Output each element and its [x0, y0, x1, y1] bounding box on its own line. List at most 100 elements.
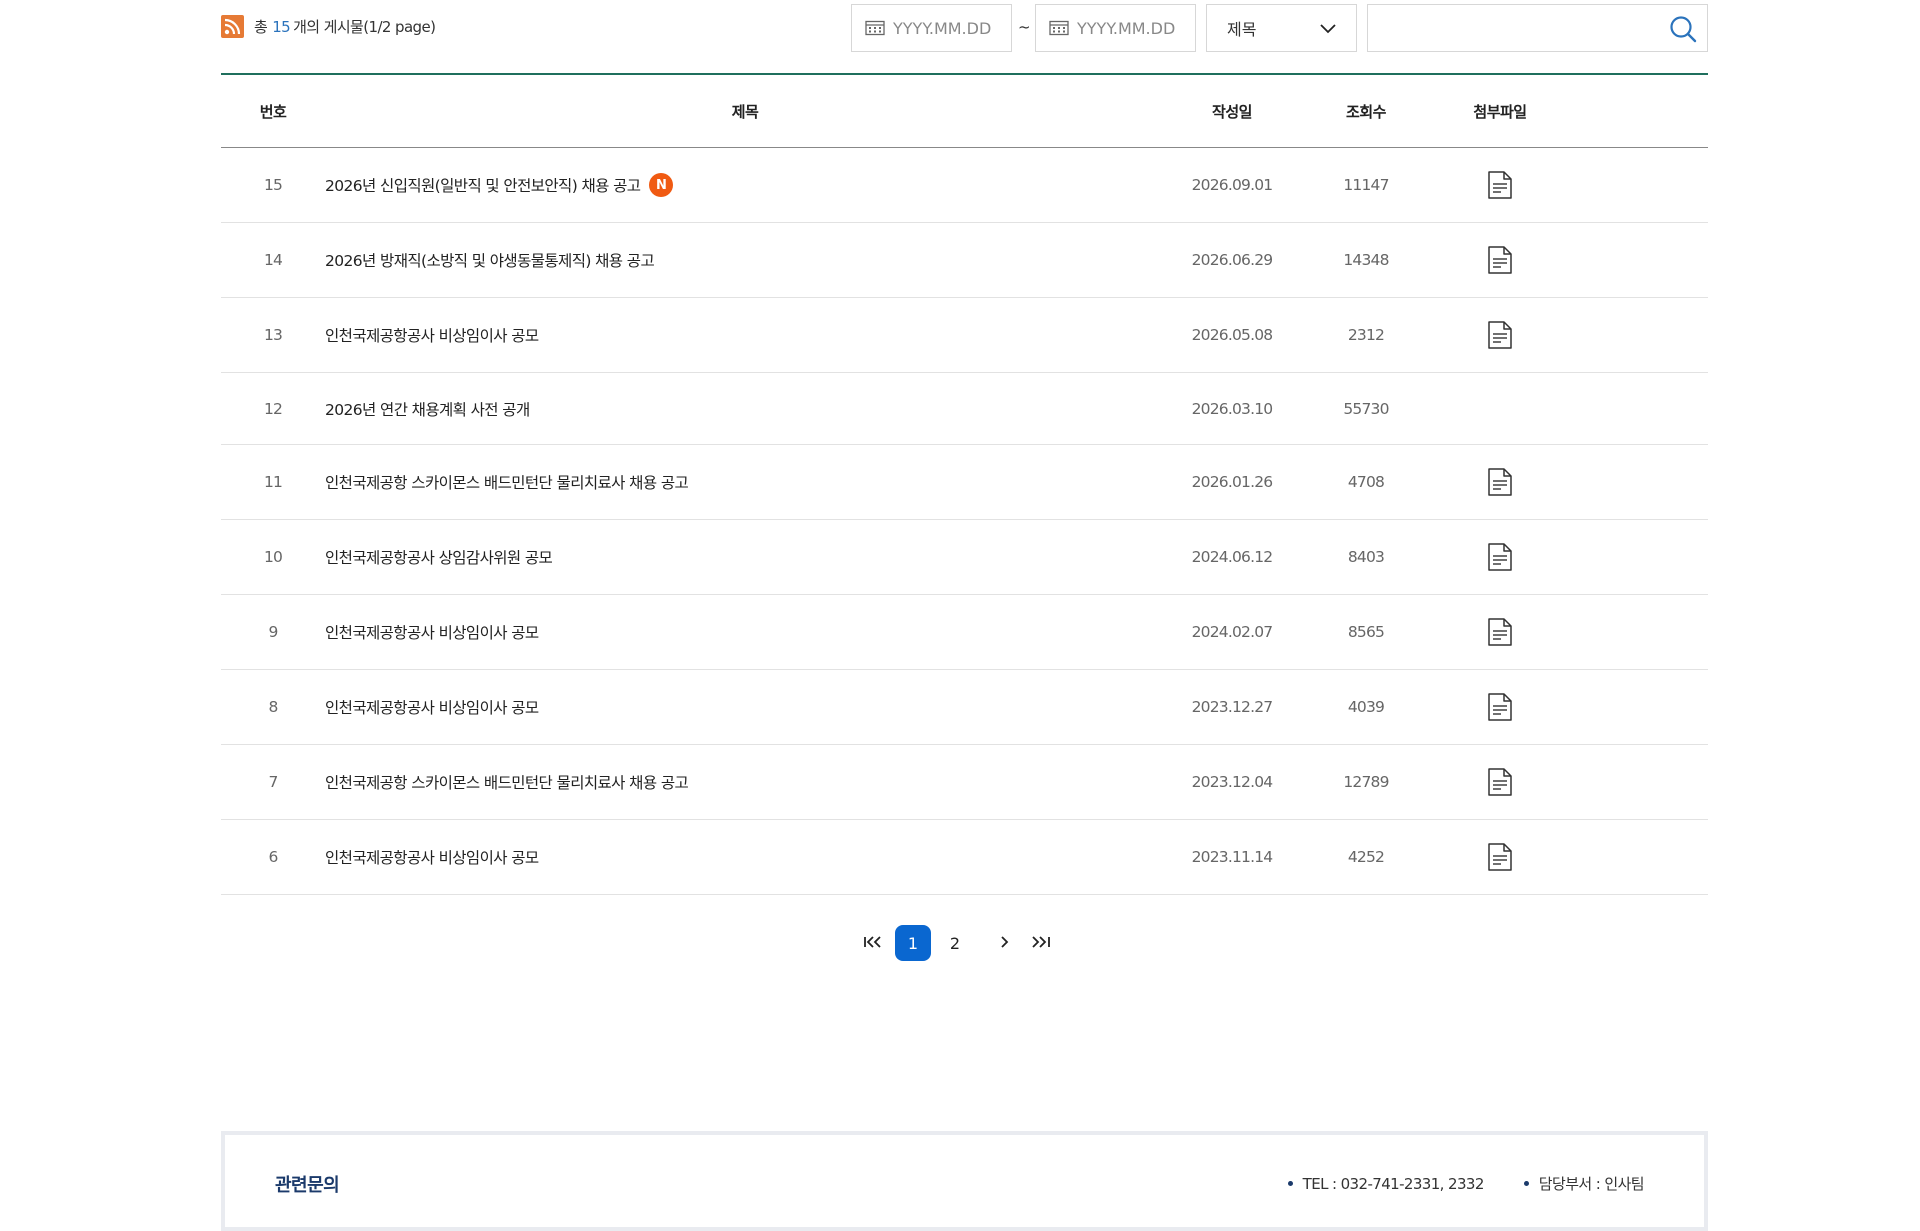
header-attachment: 첨부파일: [1473, 102, 1527, 121]
end-date-input[interactable]: YYYY.MM.DD: [1035, 4, 1196, 52]
next-page-button[interactable]: [986, 925, 1022, 961]
row-date: 2026.01.26: [1191, 473, 1274, 491]
table-row[interactable]: 9 인천국제공항공사 비상임이사 공모 2024.02.07 8565: [221, 595, 1708, 670]
document-icon[interactable]: [1486, 617, 1514, 647]
table-row[interactable]: 7 인천국제공항 스카이몬스 배드민턴단 물리치료사 채용 공고 2023.12.0…: [221, 745, 1708, 820]
row-views: 8403: [1347, 548, 1385, 566]
row-title-cell: 인천국제공항공사 비상임이사 공모: [325, 621, 1165, 643]
first-page-button[interactable]: [856, 925, 892, 961]
row-views: 8565: [1347, 623, 1385, 641]
row-number: 14: [263, 251, 283, 269]
table-row[interactable]: 8 인천국제공항공사 비상임이사 공모 2023.12.27 4039: [221, 670, 1708, 745]
row-date: 2026.05.08: [1191, 326, 1274, 344]
row-attachment: [1433, 767, 1567, 797]
row-attachment: [1433, 320, 1567, 350]
document-icon[interactable]: [1486, 767, 1514, 797]
contact-tel: TEL : 032-741-2331, 2332: [1287, 1173, 1485, 1194]
start-date-placeholder: YYYY.MM.DD: [893, 18, 992, 38]
row-attachment: [1433, 467, 1567, 497]
row-attachment: [1433, 842, 1567, 872]
table-row[interactable]: 14 2026년 방재직(소방직 및 야생동물통제직) 채용 공고 2026.06.…: [221, 223, 1708, 298]
row-date: 2024.02.07: [1191, 623, 1274, 641]
row-title-link[interactable]: 인천국제공항공사 상임감사위원 공모: [325, 546, 553, 568]
row-title-link[interactable]: 인천국제공항공사 비상임이사 공모: [325, 621, 539, 643]
row-date: 2023.11.14: [1191, 848, 1274, 866]
row-attachment: [1433, 692, 1567, 722]
calendar-icon[interactable]: [1049, 20, 1069, 36]
document-icon[interactable]: [1486, 842, 1514, 872]
date-separator: ~: [1018, 18, 1031, 36]
table-header: 번호 제목 작성일 조회수 첨부파일: [221, 75, 1708, 148]
row-number: 6: [268, 848, 278, 866]
row-title-cell: 인천국제공항공사 비상임이사 공모: [325, 324, 1165, 346]
row-views: 4708: [1347, 473, 1385, 491]
calendar-icon[interactable]: [865, 20, 885, 36]
row-title-link[interactable]: 인천국제공항 스카이몬스 배드민턴단 물리치료사 채용 공고: [325, 771, 689, 793]
start-date-input[interactable]: YYYY.MM.DD: [851, 4, 1012, 52]
search-box: [1367, 4, 1708, 52]
row-date: 2023.12.27: [1191, 698, 1274, 716]
contact-dept: 담당부서 : 인사팀: [1523, 1173, 1645, 1194]
row-title-link[interactable]: 인천국제공항공사 비상임이사 공모: [325, 696, 539, 718]
table-row[interactable]: 10 인천국제공항공사 상임감사위원 공모 2024.06.12 8403: [221, 520, 1708, 595]
header-number: 번호: [259, 102, 287, 121]
header-title: 제목: [731, 102, 759, 121]
contact-box: 관련문의 TEL : 032-741-2331, 2332 담당부서 : 인사팀: [221, 1131, 1708, 1231]
document-icon[interactable]: [1486, 320, 1514, 350]
table-row[interactable]: 6 인천국제공항공사 비상임이사 공모 2023.11.14 4252: [221, 820, 1708, 895]
row-title-link[interactable]: 2026년 연간 채용계획 사전 공개: [325, 398, 530, 420]
row-title-cell: 인천국제공항공사 상임감사위원 공모: [325, 546, 1165, 568]
bullet-icon: [1523, 1181, 1529, 1186]
table-row[interactable]: 11 인천국제공항 스카이몬스 배드민턴단 물리치료사 채용 공고 2026.01.…: [221, 445, 1708, 520]
header-views: 조회수: [1346, 102, 1386, 121]
document-icon[interactable]: [1486, 245, 1514, 275]
row-title-link[interactable]: 인천국제공항 스카이몬스 배드민턴단 물리치료사 채용 공고: [325, 471, 689, 493]
row-date: 2024.06.12: [1191, 548, 1274, 566]
row-title-cell: 인천국제공항 스카이몬스 배드민턴단 물리치료사 채용 공고: [325, 471, 1165, 493]
row-number: 9: [268, 623, 278, 641]
document-icon[interactable]: [1486, 692, 1514, 722]
board-toolbar: 총 15 개의 게시물(1/2 page) YYYY.MM.DD ~ YYYY.…: [221, 0, 1708, 74]
row-views: 4252: [1347, 848, 1385, 866]
search-input[interactable]: [1378, 5, 1662, 51]
page-1-button[interactable]: 1: [895, 925, 931, 961]
pagination: 1 2: [856, 925, 1058, 961]
row-title-cell: 인천국제공항공사 비상임이사 공모: [325, 696, 1165, 718]
search-icon[interactable]: [1669, 15, 1697, 43]
page-2-button[interactable]: 2: [937, 925, 973, 961]
row-title-link[interactable]: 인천국제공항공사 비상임이사 공모: [325, 324, 539, 346]
contact-dept-text: 담당부서 : 인사팀: [1538, 1175, 1645, 1193]
row-number: 7: [268, 773, 278, 791]
row-title-link[interactable]: 2026년 방재직(소방직 및 야생동물통제직) 채용 공고: [325, 249, 655, 271]
row-title-link[interactable]: 2026년 신입직원(일반직 및 안전보안직) 채용 공고: [325, 174, 641, 196]
end-date-placeholder: YYYY.MM.DD: [1077, 18, 1176, 38]
table-row[interactable]: 13 인천국제공항공사 비상임이사 공모 2026.05.08 2312: [221, 298, 1708, 373]
row-title-link[interactable]: 인천국제공항공사 비상임이사 공모: [325, 846, 539, 868]
table-body: 15 2026년 신입직원(일반직 및 안전보안직) 채용 공고 N 2026.09.…: [221, 148, 1708, 895]
post-count-summary: 총 15 개의 게시물(1/2 page): [221, 15, 436, 38]
table-row[interactable]: 15 2026년 신입직원(일반직 및 안전보안직) 채용 공고 N 2026.09.…: [221, 148, 1708, 223]
row-number: 12: [263, 399, 283, 418]
row-title-cell: 2026년 신입직원(일반직 및 안전보안직) 채용 공고 N: [325, 173, 1165, 197]
row-title-cell: 2026년 연간 채용계획 사전 공개: [325, 398, 1165, 420]
row-number: 13: [263, 326, 283, 344]
first-page-icon: [863, 934, 885, 953]
row-views: 55730: [1343, 399, 1389, 418]
document-icon[interactable]: [1486, 542, 1514, 572]
contact-tel-text: TEL : 032-741-2331, 2332: [1302, 1174, 1485, 1193]
board-table: 번호 제목 작성일 조회수 첨부파일 15 2026년 신입직원(일반직 및 안전…: [221, 73, 1708, 895]
document-icon[interactable]: [1486, 170, 1514, 200]
row-attachment: [1433, 617, 1567, 647]
post-count: 15: [272, 17, 291, 36]
row-date: 2023.12.04: [1191, 773, 1274, 791]
row-title-cell: 인천국제공항 스카이몬스 배드민턴단 물리치료사 채용 공고: [325, 771, 1165, 793]
table-row[interactable]: 12 2026년 연간 채용계획 사전 공개 2026.03.10 55730: [221, 373, 1708, 445]
last-page-icon: [1029, 934, 1051, 953]
row-number: 11: [263, 473, 283, 491]
row-number: 10: [263, 548, 283, 566]
document-icon[interactable]: [1486, 467, 1514, 497]
row-date: 2026.03.10: [1191, 399, 1274, 418]
search-field-select[interactable]: 제목: [1206, 4, 1357, 52]
last-page-button[interactable]: [1022, 925, 1058, 961]
rss-icon[interactable]: [221, 15, 244, 38]
